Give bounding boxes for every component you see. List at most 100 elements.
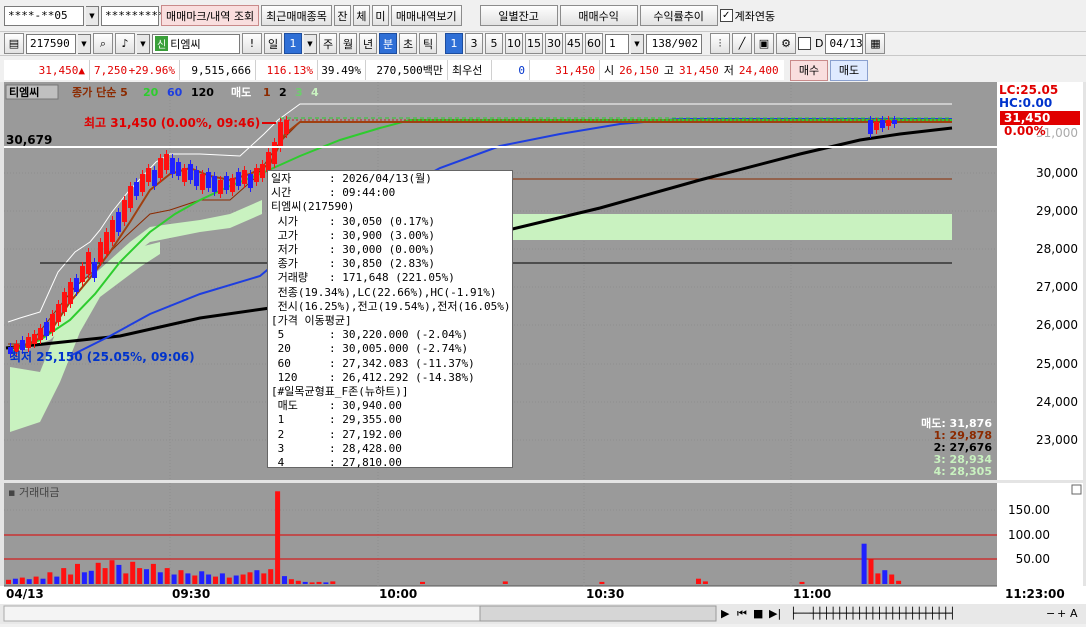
volume-panel-close-icon[interactable] <box>1071 484 1082 495</box>
period-minute-button[interactable]: 분 <box>379 33 397 54</box>
tooltip-value: : 27,192.00 <box>329 427 402 441</box>
volume-bar <box>233 575 239 584</box>
account-link-toggle[interactable]: ✓ 계좌연동 <box>719 8 775 24</box>
volume-bar <box>288 579 294 584</box>
volume-bar <box>68 574 74 584</box>
return-trend-button[interactable]: 수익률추이 <box>639 5 718 26</box>
draw-tool-icon[interactable]: ╱ <box>732 33 752 54</box>
period-second-button[interactable]: 초 <box>399 33 417 54</box>
chevron-down-icon[interactable]: ▼ <box>304 33 317 54</box>
unfilled-button[interactable]: 미 <box>371 5 389 26</box>
volume-bar <box>599 581 605 584</box>
d-checkbox[interactable] <box>798 37 811 50</box>
interval-5-button[interactable]: 5 <box>485 33 503 54</box>
stock-name-box[interactable]: 신 티엠씨 <box>152 33 240 54</box>
warning-icon[interactable]: ! <box>242 33 262 54</box>
tooltip-value: 전시(16.25%),전고(19.54%),전저(16.05%) <box>271 299 511 313</box>
low-annotation: 최저 25,150 (25.05%, 09:06) <box>10 349 195 364</box>
tooltip-key: 2 <box>271 427 285 441</box>
buy-button[interactable]: 매수 <box>790 59 828 81</box>
volume-bar <box>268 569 274 584</box>
period-tick-button[interactable]: 틱 <box>419 33 437 54</box>
period-value[interactable]: 1 <box>284 33 302 54</box>
price-chart-svg[interactable]: 티엠씨 종가 단순 5 20 60 120 매도 1 2 3 4 최고 31,4… <box>0 82 1086 624</box>
interval-input[interactable]: 1 <box>605 33 629 54</box>
volume-bar <box>109 560 115 584</box>
checkbox-checked-icon[interactable]: ✓ <box>719 9 733 22</box>
trade-history-button[interactable]: 매매내역보기 <box>390 5 462 26</box>
volume-bar <box>6 579 11 584</box>
save-icon[interactable]: ▣ <box>754 33 774 54</box>
chevron-down-icon[interactable]: ▼ <box>137 33 150 54</box>
balance-button[interactable]: 잔 <box>333 5 351 26</box>
high-label: 고 <box>663 64 674 77</box>
calendar-icon[interactable]: ▦ <box>865 33 886 54</box>
account-select[interactable]: ****-**05 <box>4 5 84 26</box>
chevron-down-icon[interactable]: ▼ <box>78 33 91 54</box>
candle-tool-icon[interactable]: ⫶ <box>710 33 730 54</box>
stop-icon[interactable]: ■ <box>753 607 763 620</box>
tooltip-row: 1: 29,355.00 <box>271 413 509 427</box>
volume-bar <box>889 574 895 584</box>
stock-code-input[interactable]: 217590 <box>26 33 76 54</box>
tooltip-row: 고가: 30,900 (3.00%) <box>271 229 509 243</box>
svg-text:28,000: 28,000 <box>1036 242 1078 256</box>
volume-bar <box>302 581 308 584</box>
tooltip-row: 60: 27,342.083 (-11.37%) <box>271 357 509 371</box>
interval-10-button[interactable]: 10 <box>505 33 523 54</box>
trade-mark-query-button[interactable]: 매매마크/내역 조회 <box>161 5 260 26</box>
period-month-button[interactable]: 월 <box>339 33 357 54</box>
low-price: 24,400 <box>738 63 779 77</box>
recent-trades-button[interactable]: 최근매매종목 <box>261 5 332 26</box>
layout-icon[interactable]: ▤ <box>4 33 24 54</box>
scrollbar-thumb[interactable] <box>479 605 717 622</box>
chevron-down-icon[interactable]: ▼ <box>86 5 99 26</box>
interval-3-button[interactable]: 3 <box>465 33 483 54</box>
interval-1-button[interactable]: 1 <box>445 33 463 54</box>
bar-count[interactable]: 138/902 <box>646 33 702 54</box>
interval-45-button[interactable]: 45 <box>565 33 583 54</box>
search-icon[interactable]: ⌕ <box>93 33 113 54</box>
password-field[interactable]: ********* <box>101 5 165 26</box>
settings-icon[interactable]: ⚙ <box>776 33 796 54</box>
chart-area[interactable]: 티엠씨 종가 단순 5 20 60 120 매도 1 2 3 4 최고 31,4… <box>0 82 1086 624</box>
volume-bar <box>95 562 101 584</box>
legend-stock-name: 티엠씨 <box>9 85 39 99</box>
sell-button[interactable]: 매도 <box>830 59 868 81</box>
interval-15-button[interactable]: 15 <box>525 33 543 54</box>
sound-icon[interactable]: ♪ <box>115 33 135 54</box>
tooltip-value: : 2026/04/13(월) <box>329 172 432 185</box>
chevron-down-icon[interactable]: ▼ <box>631 33 644 54</box>
filled-button[interactable]: 체 <box>352 5 370 26</box>
svg-text:100.00: 100.00 <box>1008 528 1050 542</box>
interval-60-button[interactable]: 60 <box>585 33 603 54</box>
font-size-icon[interactable]: A <box>1070 607 1078 620</box>
volume-bar <box>81 572 87 584</box>
volume-bar <box>75 563 80 584</box>
rewind-icon[interactable]: ⏮ <box>737 607 747 620</box>
volume-bar <box>47 572 53 584</box>
svg-text:04/13: 04/13 <box>6 587 44 601</box>
zoom-slider-icon[interactable]: ├──┼┼┼┼┼┼┼┼┼┼┼┼┼┼┼┼┼┼┼┼┼┤ <box>790 606 956 620</box>
tooltip-row: 거래량: 171,648 (221.05%) <box>271 271 509 285</box>
zoom-in-icon[interactable]: + <box>1057 607 1066 620</box>
crosshair-price-label: 30,679 <box>6 133 52 147</box>
legend-ma60: 60 <box>167 86 183 99</box>
period-year-button[interactable]: 년 <box>359 33 377 54</box>
forward-icon[interactable]: ▶| <box>769 607 781 620</box>
zoom-out-icon[interactable]: − <box>1046 607 1055 620</box>
volume-bar <box>12 578 18 584</box>
volume-bar <box>102 568 108 584</box>
tooltip-value: 티엠씨(217590) <box>271 200 355 214</box>
tooltip-row: 시간: 09:44:00 <box>271 186 509 200</box>
priority-label: 최우선 <box>448 60 492 80</box>
daily-balance-button[interactable]: 일별잔고 <box>479 5 558 26</box>
trade-profit-button[interactable]: 매매수익 <box>559 5 638 26</box>
interval-30-button[interactable]: 30 <box>545 33 563 54</box>
volume: 9,515,666 <box>180 60 256 80</box>
volume-bar <box>330 581 336 584</box>
date-input[interactable]: 04/13 <box>825 33 864 54</box>
period-week-button[interactable]: 주 <box>319 33 337 54</box>
scroll-right-icon[interactable]: ▶ <box>721 607 730 620</box>
period-day-button[interactable]: 일 <box>264 33 282 54</box>
